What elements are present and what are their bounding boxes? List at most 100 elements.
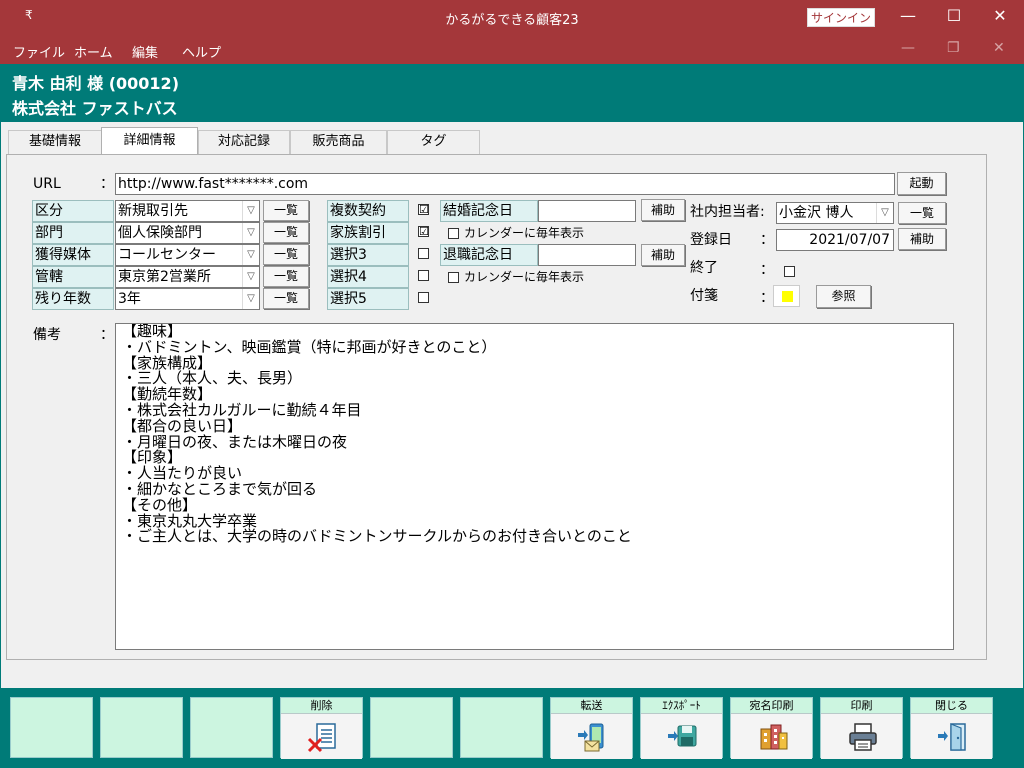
mdi-minimize-button[interactable]: — [901, 40, 915, 56]
category-list-button[interactable]: 一覧 [263, 200, 309, 221]
close-form-button[interactable]: 閉じる [910, 697, 993, 759]
department-value: 個人保険部門 [118, 225, 202, 241]
wedding-anniversary-field[interactable] [538, 200, 636, 222]
url-field[interactable]: http://www.fast*******.com [115, 173, 895, 195]
calendar-yearly-label-1: カレンダーに毎年表示 [464, 226, 585, 240]
finished-checkbox[interactable] [784, 266, 795, 277]
export-button[interactable]: ｴｸｽﾎﾟｰﾄ [640, 697, 723, 759]
function-button-2[interactable] [100, 697, 183, 758]
acquisition-media-label: 獲得媒体 [32, 244, 114, 266]
sticky-note-reference-button[interactable]: 参照 [816, 285, 871, 308]
staff-list-button[interactable]: 一覧 [898, 202, 946, 224]
memo-line: 【印象】 [122, 448, 183, 467]
export-icon [668, 725, 697, 747]
sticky-note-color-swatch[interactable] [773, 285, 800, 307]
multi-contract-checkbox[interactable]: ☑ [418, 204, 429, 215]
jurisdiction-value: 東京第2営業所 [118, 269, 211, 285]
url-label: URL [33, 176, 61, 192]
tab-sales-products[interactable]: 販売商品 [290, 130, 387, 154]
chevron-down-icon[interactable]: ▽ [242, 289, 259, 309]
export-button-label: ｴｸｽﾎﾟｰﾄ [662, 699, 701, 712]
chevron-down-icon[interactable]: ▽ [242, 245, 259, 265]
family-discount-label: 家族割引 [327, 222, 409, 244]
acquisition-media-list-button[interactable]: 一覧 [263, 244, 309, 265]
category-select[interactable]: 新規取引先 ▽ [115, 200, 260, 222]
function-button-3[interactable] [190, 697, 273, 758]
option3-label: 選択3 [327, 244, 409, 266]
calendar-yearly-checkbox-1[interactable] [448, 228, 459, 239]
sticky-note-colon: ： [760, 290, 774, 306]
close-form-button-label: 閉じる [935, 699, 968, 712]
launch-button[interactable]: 起動 [897, 172, 946, 195]
address-print-icon [760, 724, 788, 750]
tab-tags[interactable]: タグ [387, 130, 480, 154]
signin-button[interactable]: サインイン [807, 8, 875, 27]
memo-textarea[interactable]: 【趣味】 ・バドミントン、映画鑑賞（特に邦画が好きとのこと） 【家族構成】 ・三… [115, 323, 954, 650]
option5-label: 選択5 [327, 288, 409, 310]
close-button[interactable]: ✕ [977, 0, 1023, 32]
registration-date-label: 登録日 [690, 232, 732, 248]
address-print-button[interactable]: 宛名印刷 [730, 697, 813, 759]
family-discount-checkbox[interactable]: ☑ [418, 226, 429, 237]
menu-file[interactable]: ファイル [13, 42, 65, 61]
finished-colon: ： [760, 262, 774, 278]
retirement-anniversary-field[interactable] [538, 244, 636, 266]
registration-date-colon: ： [760, 232, 774, 248]
department-label: 部門 [32, 222, 114, 244]
customer-company: 株式会社 ファストバス [12, 99, 178, 118]
print-button[interactable]: 印刷 [820, 697, 903, 759]
retirement-anniversary-assist-button[interactable]: 補助 [641, 244, 685, 266]
retirement-anniversary-label: 退職記念日 [440, 244, 538, 266]
jurisdiction-list-button[interactable]: 一覧 [263, 266, 309, 287]
option5-checkbox[interactable] [418, 292, 429, 303]
wedding-anniversary-assist-button[interactable]: 補助 [641, 199, 685, 221]
menu-home[interactable]: ホーム [74, 42, 113, 61]
chevron-down-icon[interactable]: ▽ [242, 223, 259, 243]
sticky-color-fill [782, 291, 793, 302]
url-colon: ： [100, 176, 114, 192]
registration-date-assist-button[interactable]: 補助 [898, 228, 946, 250]
maximize-button[interactable]: ☐ [931, 0, 977, 32]
memo-colon: ： [100, 327, 114, 343]
transfer-button[interactable]: 転送 [550, 697, 633, 759]
department-select[interactable]: 個人保険部門 ▽ [115, 222, 260, 244]
jurisdiction-label: 管轄 [32, 266, 114, 288]
customer-name: 青木 由利 様 (00012) [12, 74, 180, 93]
staff-select[interactable]: 小金沢 博人 ▽ [776, 202, 894, 224]
customer-header: 青木 由利 様 (00012) 株式会社 ファストバス [0, 64, 1024, 122]
jurisdiction-select[interactable]: 東京第2営業所 ▽ [115, 266, 260, 288]
option4-label: 選択4 [327, 266, 409, 288]
remaining-years-label: 残り年数 [32, 288, 114, 310]
delete-button[interactable]: 削除 [280, 697, 363, 759]
memo-line: ・細かなところまで気が回る [122, 479, 318, 498]
printer-icon [849, 723, 877, 751]
tab-contact-log[interactable]: 対応記録 [198, 130, 290, 154]
chevron-down-icon[interactable]: ▽ [242, 267, 259, 287]
mdi-restore-button[interactable]: ❐ [947, 40, 960, 56]
memo-line: ・月曜日の夜、または木曜日の夜 [122, 432, 348, 451]
minimize-button[interactable]: — [885, 0, 931, 32]
department-list-button[interactable]: 一覧 [263, 222, 309, 243]
tab-detail-info[interactable]: 詳細情報 [101, 127, 198, 155]
calendar-yearly-checkbox-2[interactable] [448, 272, 459, 283]
delete-icon [307, 723, 336, 753]
function-button-1[interactable] [10, 697, 93, 758]
function-button-6[interactable] [460, 697, 543, 758]
function-button-5[interactable] [370, 697, 453, 758]
acquisition-media-select[interactable]: コールセンター ▽ [115, 244, 260, 266]
remaining-years-select[interactable]: 3年 ▽ [115, 288, 260, 310]
chevron-down-icon[interactable]: ▽ [876, 203, 893, 223]
menu-help[interactable]: ヘルプ [182, 42, 221, 61]
remaining-years-list-button[interactable]: 一覧 [263, 288, 309, 309]
transfer-icon [578, 723, 604, 752]
tab-basic-info[interactable]: 基礎情報 [8, 130, 102, 154]
calendar-yearly-label-2: カレンダーに毎年表示 [464, 270, 585, 284]
option3-checkbox[interactable] [418, 248, 429, 259]
chevron-down-icon[interactable]: ▽ [242, 201, 259, 221]
registration-date-field[interactable]: 2021/07/07 [776, 229, 894, 251]
print-button-label: 印刷 [850, 699, 873, 712]
menu-edit[interactable]: 編集 [132, 42, 158, 61]
category-value: 新規取引先 [118, 203, 188, 219]
mdi-close-button[interactable]: ✕ [993, 40, 1005, 56]
option4-checkbox[interactable] [418, 270, 429, 281]
